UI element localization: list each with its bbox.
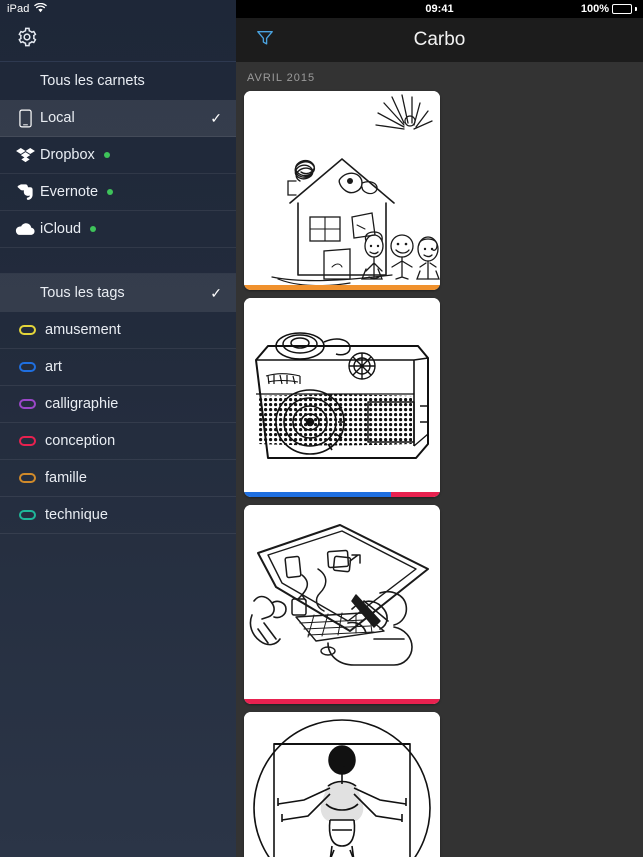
sidebar-tag-calligraphie[interactable]: calligraphie [0,386,236,423]
sidebar-item-label: Local [40,110,75,126]
tag-color-icon [12,510,42,520]
main-toolbar: Carbo [236,18,643,62]
tag-label: famille [45,470,87,486]
tag-label: art [45,359,62,375]
battery-icon [612,4,632,14]
tags-header[interactable]: Tous les tags ✓ [0,274,236,312]
sidebar-item-label: iCloud [40,221,82,237]
tag-color-icon [12,436,42,446]
sidebar-item-local[interactable]: Local ✓ [0,100,236,137]
sidebar: iPad Tous les carnets Local ✓ Dropbox Ev… [0,0,236,857]
status-bar-time: 09:41 [425,3,454,15]
sync-status-dot [107,189,114,195]
sidebar-item-dropbox[interactable]: Dropbox [0,137,236,174]
status-bar-right: 09:41 100% [236,0,643,18]
battery-indicator: 100% [581,3,637,15]
sketch-instamatic-camera [244,298,440,492]
wifi-icon [34,2,48,16]
tag-label: technique [45,507,108,523]
icloud-icon [12,222,38,236]
status-bar-left: iPad [0,0,236,18]
note-tag-bar [244,492,440,497]
sidebar-tag-art[interactable]: art [0,349,236,386]
sidebar-item-evernote[interactable]: Evernote [0,174,236,211]
notebooks-header[interactable]: Tous les carnets [0,62,236,100]
settings-button[interactable] [12,25,42,55]
check-icon: ✓ [210,284,222,301]
evernote-icon [12,183,38,201]
note-card-vitruvian-man[interactable] [244,712,440,857]
notes-grid-avril [236,91,643,857]
sync-status-dot [90,226,97,232]
sidebar-tag-amusement[interactable]: amusement [0,312,236,349]
sidebar-item-label: Dropbox [40,147,95,163]
sync-status-dot [103,152,110,158]
sidebar-item-label: Evernote [40,184,99,200]
month-header-avril: AVRIL 2015 [247,72,316,84]
tag-color-icon [12,399,42,409]
note-tag-bar [244,699,440,704]
notebooks-header-label: Tous les carnets [40,73,145,89]
tag-color-icon [12,362,42,372]
sketch-tablet-hands [244,505,440,699]
sketch-vitruvian-man [244,712,440,857]
battery-percent-label: 100% [580,3,609,15]
sketch-house-sun-family [244,91,440,285]
sidebar-tag-technique[interactable]: technique [0,497,236,534]
sidebar-toolbar [0,18,236,62]
ipad-app-window: iPad Tous les carnets Local ✓ Dropbox Ev… [0,0,643,857]
note-card-tablet-hands[interactable] [244,505,440,704]
notes-scroll-area[interactable]: AVRIL 2015 [236,62,643,857]
tag-color-icon [12,325,42,335]
check-icon: ✓ [210,109,222,126]
device-icon [12,109,38,128]
sidebar-tag-famille[interactable]: famille [0,460,236,497]
dropbox-icon [12,147,38,164]
tag-label: conception [45,433,116,449]
main-panel: 09:41 100% Carbo AVRIL 2015 [236,0,643,857]
status-bar-device: iPad [7,3,30,15]
gear-icon [16,26,38,53]
app-title: Carbo [413,29,466,50]
note-card-house-sun-family[interactable] [244,91,440,290]
filter-button[interactable] [252,27,278,53]
filter-icon [256,29,274,52]
tags-header-label: Tous les tags [40,285,125,301]
tag-color-icon [12,473,42,483]
sidebar-tag-conception[interactable]: conception [0,423,236,460]
note-card-instamatic-camera[interactable] [244,298,440,497]
sidebar-item-icloud[interactable]: iCloud [0,211,236,248]
tag-label: amusement [45,322,121,338]
sidebar-divider [0,248,236,274]
tag-label: calligraphie [45,396,119,412]
note-tag-bar [244,285,440,290]
